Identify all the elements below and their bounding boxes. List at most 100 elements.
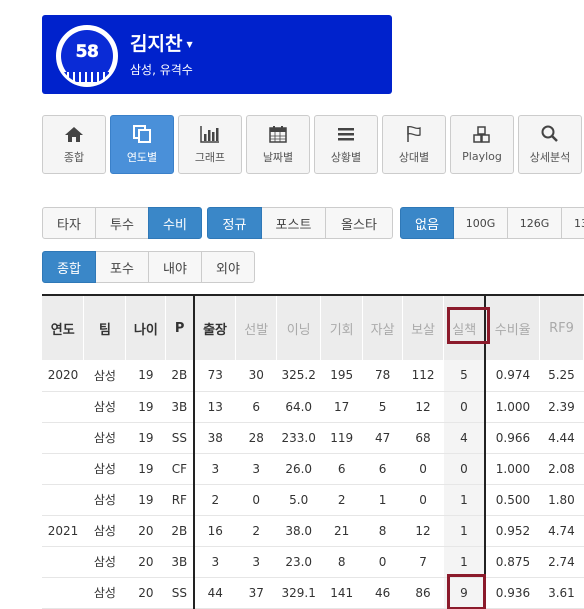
table-row: 삼성 19 CF 3 3 26.0 6 6 0 0 1.000 2.08: [42, 453, 584, 485]
season-type-filter: 정규 포스트 올스타: [207, 207, 393, 239]
cell-chances: 119: [320, 422, 363, 454]
filter-outfield-button[interactable]: 외야: [201, 251, 255, 283]
cell-assists: 7: [402, 546, 444, 578]
cell-rf9: 5.25: [539, 360, 584, 392]
filter-batter-button[interactable]: 타자: [42, 207, 96, 239]
cell-assists: 112: [402, 360, 444, 392]
cell-position: 3B: [165, 391, 194, 423]
cat-summary-button[interactable]: 종합: [42, 115, 106, 174]
cell-assists: 12: [402, 391, 444, 423]
cell-games: 16: [192, 515, 236, 547]
cell-innings: 329.1: [276, 577, 321, 609]
col-team[interactable]: 팀: [83, 296, 127, 360]
bar-chart-icon: [200, 125, 219, 143]
filter-infield-button[interactable]: 내야: [148, 251, 202, 283]
cell-errors: 0: [443, 453, 486, 485]
cell-team: 삼성: [83, 515, 126, 547]
cell-fielding-pct: 0.974: [484, 360, 540, 392]
errors-header-highlight: [447, 307, 490, 344]
cubes-icon: [473, 126, 490, 143]
cell-position: 2B: [165, 515, 194, 547]
cell-errors: 0: [443, 391, 486, 423]
cell-games: 3: [192, 453, 236, 485]
cell-year: [42, 484, 84, 516]
cell-rf9: 2.08: [539, 453, 584, 485]
player-avatar: 58: [56, 25, 118, 87]
cell-putouts: 46: [362, 577, 403, 609]
filter-pitcher-button[interactable]: 투수: [95, 207, 149, 239]
col-starts[interactable]: 선발: [235, 296, 278, 360]
table-row: 2020 삼성 19 2B 73 30 325.2 195 78 112 5 0…: [42, 360, 584, 392]
cell-fielding-pct: 0.875: [484, 546, 540, 578]
cell-position: 2B: [165, 360, 194, 392]
cell-chances: 195: [320, 360, 363, 392]
cell-fielding-pct: 0.936: [484, 577, 540, 609]
filter-none-button[interactable]: 없음: [400, 207, 454, 239]
cell-games: 3: [192, 546, 236, 578]
cell-games: 38: [192, 422, 236, 454]
cell-rf9: 2.39: [539, 391, 584, 423]
cell-year: [42, 577, 84, 609]
cell-position: SS: [165, 422, 194, 454]
cell-age: 20: [125, 577, 166, 609]
col-year[interactable]: 연도: [42, 296, 85, 360]
cell-team: 삼성: [83, 577, 126, 609]
cell-innings: 5.0: [276, 484, 321, 516]
cell-chances: 17: [320, 391, 363, 423]
col-position[interactable]: P: [165, 296, 195, 360]
cat-date-button[interactable]: 날짜별: [246, 115, 310, 174]
cell-errors: 1: [443, 484, 486, 516]
cell-team: 삼성: [83, 484, 126, 516]
cat-graph-button[interactable]: 그래프: [178, 115, 242, 174]
cell-chances: 6: [320, 453, 363, 485]
filter-100g-button[interactable]: 100G: [453, 207, 508, 239]
filter-all-fields-button[interactable]: 종합: [42, 251, 96, 283]
home-icon: [65, 126, 83, 142]
player-name-dropdown[interactable]: 김지찬 ▼: [130, 29, 193, 56]
cell-starts: 37: [235, 577, 277, 609]
filter-allstar-button[interactable]: 올스타: [325, 207, 393, 239]
table-row: 2021 삼성 20 2B 16 2 38.0 21 8 12 1 0.952 …: [42, 515, 584, 547]
col-assists[interactable]: 보살: [402, 296, 445, 360]
errors-cell-highlight: [447, 574, 486, 609]
col-games[interactable]: 출장: [192, 296, 237, 360]
cat-analysis-button[interactable]: 상세분석: [518, 115, 582, 174]
table-row: 삼성 19 SS 38 28 233.0 119 47 68 4 0.966 4…: [42, 422, 584, 454]
filter-regular-button[interactable]: 정규: [207, 207, 262, 239]
filter-more-button[interactable]: 13: [561, 207, 584, 239]
cat-playlog-button[interactable]: Playlog: [450, 115, 514, 174]
cell-starts: 3: [235, 546, 277, 578]
cell-fielding-pct: 0.952: [484, 515, 540, 547]
fielding-stats-table: 연도 팀 나이 P 출장 선발 이닝 기회 자살 보살 실책 수비율 RF9 2…: [42, 296, 584, 609]
filter-126g-button[interactable]: 126G: [507, 207, 562, 239]
cell-starts: 28: [235, 422, 277, 454]
cell-year: 2021: [42, 515, 84, 547]
cell-year: [42, 546, 84, 578]
cat-opponent-button[interactable]: 상대별: [382, 115, 446, 174]
cell-starts: 0: [235, 484, 277, 516]
player-team-position: 삼성, 유격수: [130, 63, 193, 77]
col-rf9[interactable]: RF9: [539, 296, 584, 360]
col-chances[interactable]: 기회: [320, 296, 364, 360]
col-innings[interactable]: 이닝: [276, 296, 322, 360]
cell-assists: 68: [402, 422, 444, 454]
col-putouts[interactable]: 자살: [362, 296, 404, 360]
col-fielding-pct[interactable]: 수비율: [484, 296, 540, 360]
cell-starts: 2: [235, 515, 277, 547]
cell-rf9: 1.80: [539, 484, 584, 516]
player-name: 김지찬: [130, 33, 183, 55]
cell-age: 19: [125, 453, 166, 485]
cat-situation-button[interactable]: 상황별: [314, 115, 378, 174]
cell-team: 삼성: [83, 391, 126, 423]
cell-year: [42, 422, 84, 454]
filter-post-button[interactable]: 포스트: [261, 207, 326, 239]
calendar-icon: [269, 125, 287, 143]
cell-innings: 38.0: [276, 515, 321, 547]
cat-yearly-button[interactable]: 연도별: [110, 115, 174, 174]
cell-year: [42, 391, 84, 423]
filter-fielding-button[interactable]: 수비: [148, 207, 202, 239]
position-type-filter: 타자 투수 수비: [42, 207, 202, 239]
filter-catcher-button[interactable]: 포수: [95, 251, 149, 283]
col-age[interactable]: 나이: [125, 296, 167, 360]
cell-team: 삼성: [83, 453, 126, 485]
